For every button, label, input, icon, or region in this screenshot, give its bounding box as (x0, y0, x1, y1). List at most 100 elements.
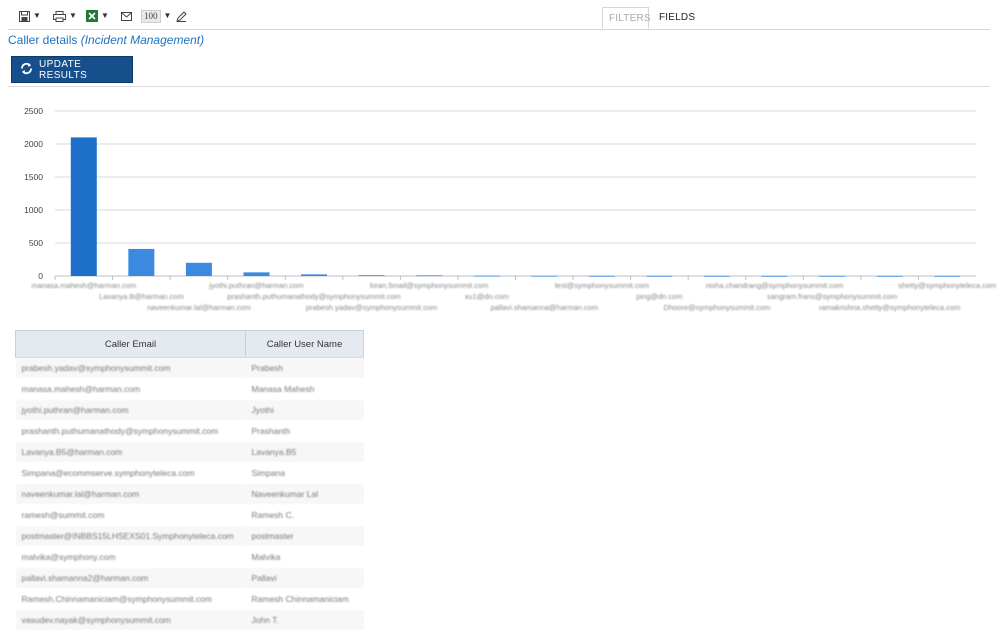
excel-button[interactable]: ▼ (86, 8, 109, 24)
x-tick-label: test@symphonysummit.com (555, 281, 649, 290)
cell-caller-email: Simpana@ecommserve.symphonyteleca.com (15, 462, 246, 484)
table-row[interactable]: Simpana@ecommserve.symphonyteleca.com Sim… (15, 462, 364, 484)
chevron-down-icon: ▼ (163, 11, 172, 20)
table-row[interactable]: vasudev.nayak@symphonysummit.com John T. (15, 609, 364, 631)
separator (8, 86, 990, 87)
bar (358, 275, 385, 277)
toolbar: ▼ ▼ ▼ 100 ▼ FILTERS FIELDS (0, 0, 1000, 31)
cell-caller-email: Ramesh.Chinnamaniciam@symphonysummit.com (15, 588, 246, 610)
x-tick-label: shetty@symphonyteleca.com (898, 281, 996, 290)
x-tick-label: prabesh.yadav@symphonysummit.com (306, 303, 437, 312)
y-tick-label: 1500 (24, 172, 43, 182)
x-tick-label: Lavanya.B@harman.com (99, 292, 184, 301)
x-tick-label: naveenkumar.lal@harman.com (147, 303, 251, 312)
cell-caller-user-name: Ramesh Chinnamaniciam (245, 588, 364, 610)
tab-filters[interactable]: FILTERS (602, 7, 651, 29)
cell-caller-email: pallavi.shamanna2@harman.com (15, 567, 246, 589)
cell-caller-user-name: Manasa Mahesh (245, 378, 364, 400)
table-row[interactable]: Lavanya.B5@harman.com Lavanya.B5 (15, 441, 364, 463)
update-results-button[interactable]: UPDATE RESULTS (11, 56, 133, 83)
cell-caller-user-name: Ramesh C. (245, 504, 364, 526)
chevron-down-icon: ▼ (69, 11, 77, 20)
x-tick-label: ping@dn.com (636, 292, 682, 301)
x-tick-label: xu1@dn.com (465, 292, 509, 301)
cell-caller-email: prabesh.yadav@symphonysummit.com (15, 357, 246, 379)
cell-caller-email: Lavanya.B5@harman.com (15, 441, 246, 463)
print-icon (53, 10, 66, 22)
bar (646, 275, 673, 277)
column-header-caller-user-name[interactable]: Caller User Name (245, 330, 364, 358)
edit-icon (176, 10, 187, 22)
y-tick-label: 2000 (24, 139, 43, 149)
zoom-value: 100 (141, 9, 161, 23)
table-row[interactable]: Ramesh.Chinnamaniciam@symphonysummit.com… (15, 588, 364, 610)
y-tick-label: 0 (38, 271, 43, 281)
bar (588, 275, 615, 277)
y-tick-label: 2500 (24, 106, 43, 116)
bar (473, 275, 500, 277)
page-title-text: Caller details (8, 33, 78, 47)
table-row[interactable]: ramesh@summit.com Ramesh C. (15, 504, 364, 526)
cell-caller-user-name: Naveenkumar Lal (245, 483, 364, 505)
bar (531, 275, 558, 277)
cell-caller-email: prashanth.puthumanathody@symphonysummit.… (15, 420, 246, 442)
x-tick-label: prashanth.puthumanathody@symphonysummit.… (227, 292, 401, 301)
save-button[interactable]: ▼ (19, 8, 41, 24)
cell-caller-user-name: Jyothi (245, 399, 364, 421)
cell-caller-user-name: John T. (245, 609, 364, 631)
print-button[interactable]: ▼ (53, 8, 77, 24)
y-tick-label: 1000 (24, 205, 43, 215)
x-tick-label: pallavi.shamanna@harman.com (490, 303, 598, 312)
cell-caller-user-name: Malvika (245, 546, 364, 568)
chevron-down-icon: ▼ (101, 11, 109, 20)
x-tick-label: jyothi.puthran@harman.com (208, 281, 303, 290)
bar (301, 274, 328, 276)
edit-button[interactable] (176, 8, 187, 24)
bar (416, 275, 443, 277)
page-subtitle: (Incident Management) (80, 33, 205, 47)
table-row[interactable]: prabesh.yadav@symphonysummit.com Prabesh (15, 357, 364, 379)
table-row[interactable]: prashanth.puthumanathody@symphonysummit.… (15, 420, 364, 442)
excel-icon (86, 10, 98, 22)
mail-button[interactable] (121, 8, 132, 24)
table-row[interactable]: malvika@symphony.com Malvika (15, 546, 364, 568)
bar-chart: 0 500 1000 1500 2000 2500 manasa.mahesh@harman… (24, 106, 996, 312)
page-title: Caller details (Incident Management) (8, 33, 204, 47)
cell-caller-email: jyothi.puthran@harman.com (15, 399, 246, 421)
cell-caller-user-name: Prabesh (245, 357, 364, 379)
table-row[interactable]: pallavi.shamanna2@harman.com Pallavi (15, 567, 364, 589)
column-header-caller-email[interactable]: Caller Email (15, 330, 246, 358)
table-row[interactable]: jyothi.puthran@harman.com Jyothi (15, 399, 364, 421)
cell-caller-email: naveenkumar.lal@harman.com (15, 483, 246, 505)
x-tick-label: ramakrishna.shetty@symphonyteleca.com (819, 303, 960, 312)
x-tick-label: kiran.5mail@symphonysummit.com (370, 281, 488, 290)
x-tick-label: manasa.mahesh@harman.com (31, 281, 136, 290)
zoom-select[interactable]: 100 ▼ (141, 8, 171, 24)
update-results-label: UPDATE RESULTS (39, 58, 88, 81)
cell-caller-email: malvika@symphony.com (15, 546, 246, 568)
bar (70, 137, 97, 276)
cell-caller-email: postmaster@INBBS15LHSEXS01.Symphonytelec… (15, 525, 246, 547)
cell-caller-user-name: Prashanth (245, 420, 364, 442)
cell-caller-email: vasudev.nayak@symphonysummit.com (15, 609, 246, 631)
bar (819, 275, 846, 277)
cell-caller-email: manasa.mahesh@harman.com (15, 378, 246, 400)
cell-caller-email: ramesh@summit.com (15, 504, 246, 526)
x-tick-label: Dhoore@symphonysummit.com (664, 303, 771, 312)
table-row[interactable]: naveenkumar.lal@harman.com Naveenkumar La… (15, 483, 364, 505)
bar (128, 248, 155, 276)
bar (185, 262, 212, 276)
y-tick-label: 500 (29, 238, 43, 248)
table-row[interactable]: postmaster@INBBS15LHSEXS01.Symphonytelec… (15, 525, 364, 547)
cell-caller-user-name: Lavanya.B5 (245, 441, 364, 463)
bar (876, 275, 903, 277)
tabs-divider (8, 29, 990, 30)
table-row[interactable]: manasa.mahesh@harman.com Manasa Mahesh (15, 378, 364, 400)
x-tick-label: nisha.chandrang@symphonysummit.com (706, 281, 844, 290)
x-tick-label: sangram.frans@symphonysummit.com (767, 292, 897, 301)
mail-icon (121, 11, 132, 21)
bar (703, 275, 730, 277)
tab-fields[interactable]: FIELDS (653, 7, 701, 29)
bar (761, 275, 788, 277)
cell-caller-user-name: Simpana (245, 462, 364, 484)
